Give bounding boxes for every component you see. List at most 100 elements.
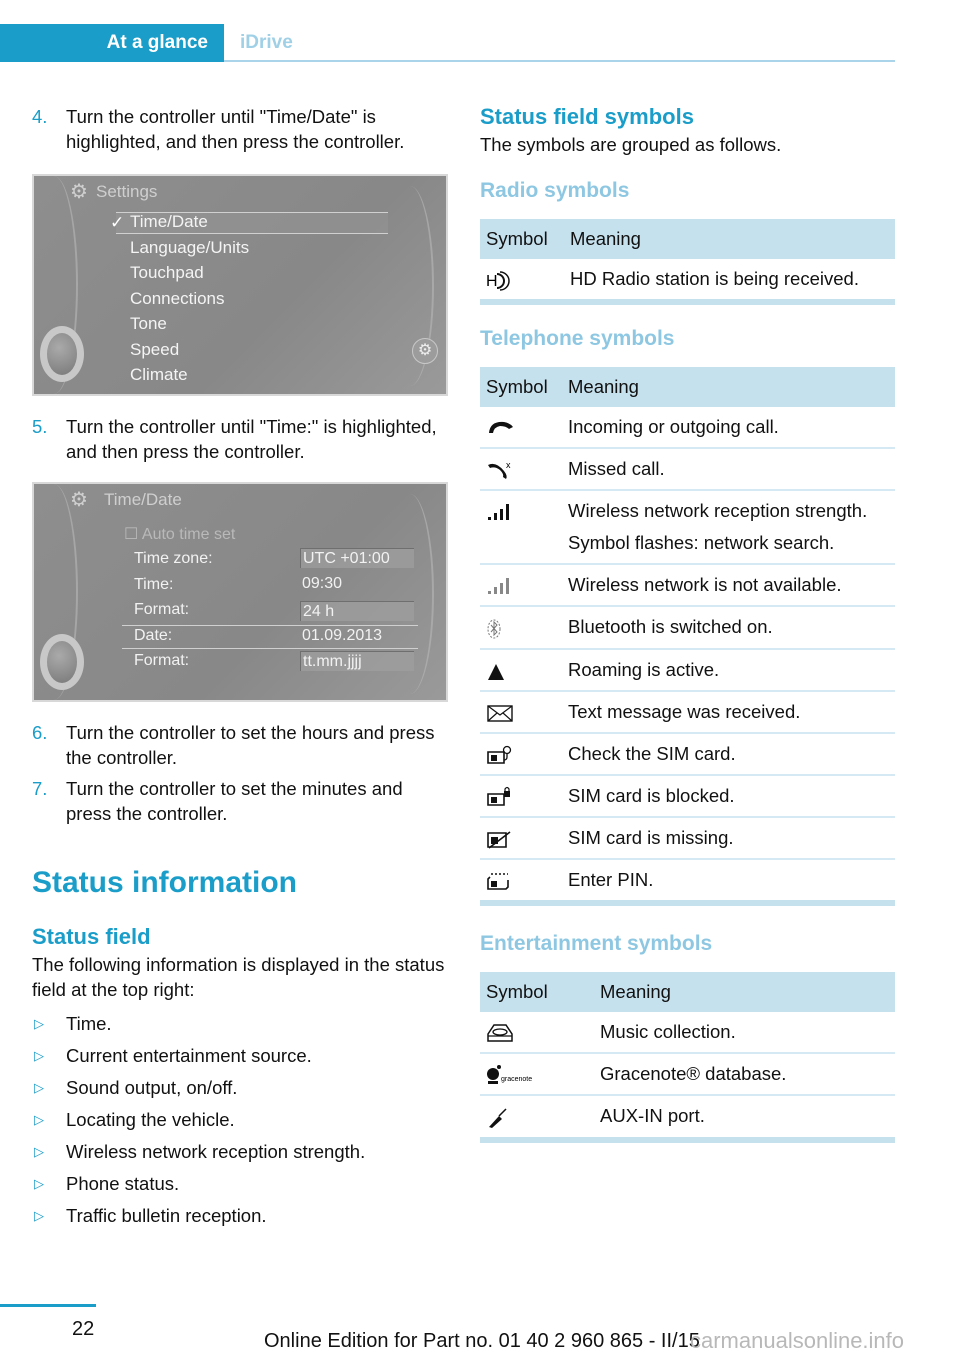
list-item-text: Phone status.: [66, 1173, 180, 1194]
bluetooth-icon: [487, 619, 501, 639]
aux-in-icon: [489, 1108, 507, 1128]
settings-screen: ⚙ Settings ✓ Time/Date Language/Units To…: [32, 174, 448, 396]
meaning-cell: Check the SIM card.: [562, 731, 895, 775]
triangle-bullet-icon: ▷: [34, 1080, 44, 1095]
header-tab-idrive[interactable]: iDrive: [240, 24, 293, 62]
gear-icon: ⚙: [70, 181, 88, 203]
left-column: 4. Turn the controller until "Time/Date"…: [32, 104, 448, 1232]
list-item-text: Current entertainment source.: [66, 1045, 312, 1066]
triangle-bullet-icon: ▷: [34, 1176, 44, 1191]
status-field-list: ▷ Time. ▷ Current entertainment source. ▷ S…: [32, 1008, 448, 1232]
meaning-cell: Missed call.: [562, 447, 895, 491]
symbol-cell: [480, 1012, 594, 1053]
menu-item-connections[interactable]: Connections: [130, 289, 225, 309]
watermark: carmanualsonline.info: [690, 1328, 905, 1353]
step-number: 6.: [32, 722, 48, 743]
table-row: Bluetooth is switched on.: [480, 605, 895, 649]
symbol-cell: [480, 407, 562, 448]
entertainment-symbols-table: Symbol Meaning Music collection. graceno…: [480, 972, 895, 1143]
meaning-text-secondary: Symbol flashes: network search.: [568, 532, 835, 554]
column-header-meaning: Meaning: [562, 367, 895, 408]
list-item: ▷ Locating the vehicle.: [32, 1104, 448, 1136]
controller-knob-icon: [40, 326, 84, 382]
list-item-text: Locating the vehicle.: [66, 1109, 235, 1130]
time-date-screen: ⚙ Time/Date ☐ Auto time set Time zone: U…: [32, 482, 448, 702]
page-header: At a glance iDrive: [0, 24, 895, 62]
meaning-cell: SIM card is missing.: [562, 815, 895, 860]
symbol-cell: x: [480, 447, 562, 491]
list-item: ▷ Time.: [32, 1008, 448, 1040]
table-header-row: Symbol Meaning: [480, 367, 895, 408]
symbol-cell: [480, 773, 562, 817]
triangle-bullet-icon: ▷: [34, 1048, 44, 1063]
symbol-cell: [480, 489, 562, 565]
table-row: x Missed call.: [480, 447, 895, 491]
meaning-cell: HD Radio station is being received.: [570, 268, 859, 289]
svg-text:H: H: [486, 273, 498, 290]
hd-radio-icon: H: [486, 271, 510, 291]
svg-text:gracenote: gracenote: [501, 1076, 532, 1083]
meaning-cell: Enter PIN.: [562, 858, 895, 904]
table-row: Enter PIN.: [480, 858, 895, 904]
list-item: ▷ Phone status.: [32, 1168, 448, 1200]
menu-item-touchpad[interactable]: Touchpad: [130, 263, 204, 283]
screen-title: Time/Date: [104, 490, 182, 509]
menu-item-climate[interactable]: Climate: [130, 365, 188, 385]
header-tab-at-a-glance[interactable]: At a glance: [0, 24, 224, 62]
signal-strength-icon: [488, 504, 509, 521]
meaning-cell: Music collection.: [600, 1021, 736, 1043]
meaning-cell: Gracenote® database.: [594, 1052, 895, 1096]
table-row: SIM card is blocked.: [480, 773, 895, 817]
time-label: Time:: [134, 576, 174, 593]
step-text: Turn the controller until "Time/Date" is…: [66, 106, 405, 152]
column-header-symbol: Symbol: [480, 972, 594, 1013]
sim-pin-icon: [487, 873, 509, 891]
date-value[interactable]: 01.09.2013: [300, 626, 414, 646]
auto-time-set-checkbox[interactable]: ☐ Auto time set: [124, 524, 235, 544]
table-row: Roaming is active.: [480, 647, 895, 691]
symbol-cell: [480, 731, 562, 775]
time-zone-label: Time zone:: [134, 550, 213, 567]
meaning-cell: Text message was received.: [562, 689, 895, 733]
column-header-meaning: Meaning: [564, 219, 895, 259]
step-5: 5. Turn the controller until "Time:" is …: [32, 414, 448, 464]
table-row: AUX-IN port.: [480, 1094, 895, 1140]
roaming-icon: [488, 663, 504, 680]
sim-check-icon: [487, 745, 512, 764]
status-symbols-title: Status field symbols: [480, 104, 694, 129]
checkmark-icon: ✓: [110, 213, 125, 232]
triangle-bullet-icon: ▷: [34, 1144, 44, 1159]
menu-item-language-units[interactable]: Language/Units: [130, 238, 249, 258]
table-row: gracenote Gracenote® database.: [480, 1052, 895, 1096]
symbol-cell: [480, 605, 562, 649]
list-item-text: Wireless network reception strength.: [66, 1141, 366, 1162]
time-value[interactable]: 09:30: [300, 574, 414, 594]
step-text: Turn the controller to set the hours and…: [66, 722, 435, 768]
triangle-bullet-icon: ▷: [34, 1016, 44, 1031]
time-format-value[interactable]: 24 h: [300, 601, 414, 621]
options-gear-icon[interactable]: ⚙: [412, 338, 438, 364]
step-text: Turn the controller until "Time:" is hig…: [66, 416, 437, 462]
step-number: 5.: [32, 416, 48, 437]
time-zone-value[interactable]: UTC +01:00: [300, 548, 414, 568]
menu-item-tone[interactable]: Tone: [130, 314, 167, 334]
menu-item-time-date[interactable]: Time/Date: [130, 212, 208, 232]
meaning-cell: SIM card is blocked.: [562, 773, 895, 817]
table-header-row: Symbol Meaning: [480, 972, 895, 1013]
menu-item-speed[interactable]: Speed: [130, 340, 179, 360]
meaning-text: Wireless network reception strength.: [568, 500, 868, 522]
meaning-cell: Wireless network is not available.: [562, 563, 895, 607]
table-header-row: Symbol Meaning: [480, 219, 895, 259]
status-symbols-intro: The symbols are grouped as follows.: [480, 134, 782, 155]
list-item: ▷ Current entertainment source.: [32, 1040, 448, 1072]
date-format-value[interactable]: tt.mm.jjjj: [300, 651, 414, 671]
symbol-cell: [480, 563, 562, 607]
meaning-cell: AUX-IN port.: [594, 1094, 895, 1140]
symbol-cell: [480, 647, 562, 691]
column-header-symbol: Symbol: [480, 367, 562, 408]
date-format-label: Format:: [134, 652, 190, 669]
symbol-cell: [480, 689, 562, 733]
table-row: Incoming or outgoing call.: [480, 407, 895, 448]
step-6: 6. Turn the controller to set the hours …: [32, 720, 448, 770]
symbol-cell: [480, 1094, 594, 1140]
